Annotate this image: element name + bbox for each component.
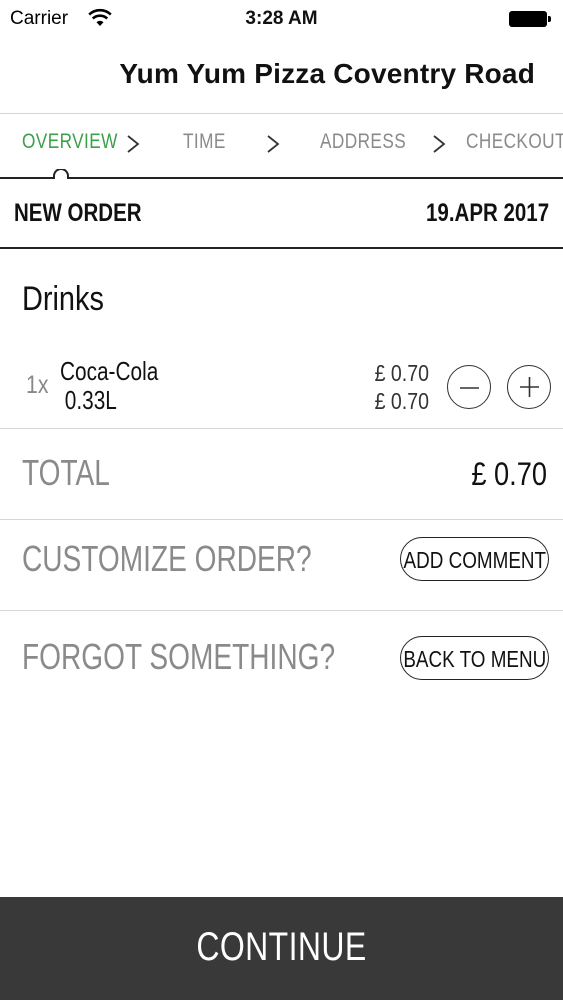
increase-quantity-button[interactable]: [507, 365, 551, 409]
order-header: NEW ORDER 19.APR 2017: [0, 179, 563, 249]
order-date: 19.APR 2017: [425, 199, 549, 227]
total-value: £ 0.70: [471, 456, 547, 492]
continue-label: CONTINUE: [196, 925, 367, 969]
back-to-menu-label: BACK TO MENU: [403, 646, 547, 672]
decrease-quantity-button[interactable]: [447, 365, 491, 409]
total-label: TOTAL: [22, 452, 110, 493]
forgot-label: FORGOT SOMETHING?: [22, 636, 336, 677]
continue-button[interactable]: CONTINUE: [0, 897, 563, 1000]
item-name-line2: 0.33L: [64, 385, 117, 415]
item-name: Coca-Cola 0.33L: [60, 357, 158, 415]
back-to-menu-button[interactable]: BACK TO MENU: [400, 636, 549, 680]
restaurant-title: Yum Yum Pizza Coventry Road: [119, 58, 535, 89]
step-checkout[interactable]: CHECKOUT: [466, 130, 563, 154]
chevron-right-icon: [267, 135, 280, 153]
item-name-line1: Coca-Cola: [60, 356, 159, 386]
forgot-row: FORGOT SOMETHING? BACK TO MENU: [0, 611, 563, 701]
section-title-drinks: Drinks: [22, 280, 104, 318]
total-row: TOTAL £ 0.70: [0, 430, 563, 520]
step-time[interactable]: TIME: [183, 130, 226, 154]
customize-row: CUSTOMIZE ORDER? ADD COMMENT: [0, 520, 563, 611]
chevron-right-icon: [433, 135, 446, 153]
checkout-steps: OVERVIEW TIME ADDRESS CHECKOUT: [0, 113, 563, 179]
battery-icon: [509, 11, 551, 27]
order-item: 1x Coca-Cola 0.33L £ 0.70 £ 0.70: [0, 345, 563, 429]
item-prices: £ 0.70 £ 0.70: [375, 359, 429, 415]
plus-icon: [520, 377, 539, 397]
add-comment-label: ADD COMMENT: [403, 547, 547, 573]
minus-icon: [460, 387, 479, 389]
step-address[interactable]: ADDRESS: [320, 130, 406, 154]
step-overview[interactable]: OVERVIEW: [22, 130, 118, 154]
item-line-price: £ 0.70: [374, 388, 429, 414]
customize-label: CUSTOMIZE ORDER?: [22, 538, 312, 579]
status-bar: Carrier 3:28 AM: [0, 0, 563, 40]
order-label: NEW ORDER: [14, 199, 142, 227]
add-comment-button[interactable]: ADD COMMENT: [400, 537, 549, 581]
active-step-marker: [53, 169, 69, 179]
item-unit-price: £ 0.70: [374, 360, 429, 386]
item-quantity: 1x: [26, 371, 49, 399]
clock: 3:28 AM: [245, 8, 318, 29]
chevron-right-icon: [127, 135, 140, 153]
